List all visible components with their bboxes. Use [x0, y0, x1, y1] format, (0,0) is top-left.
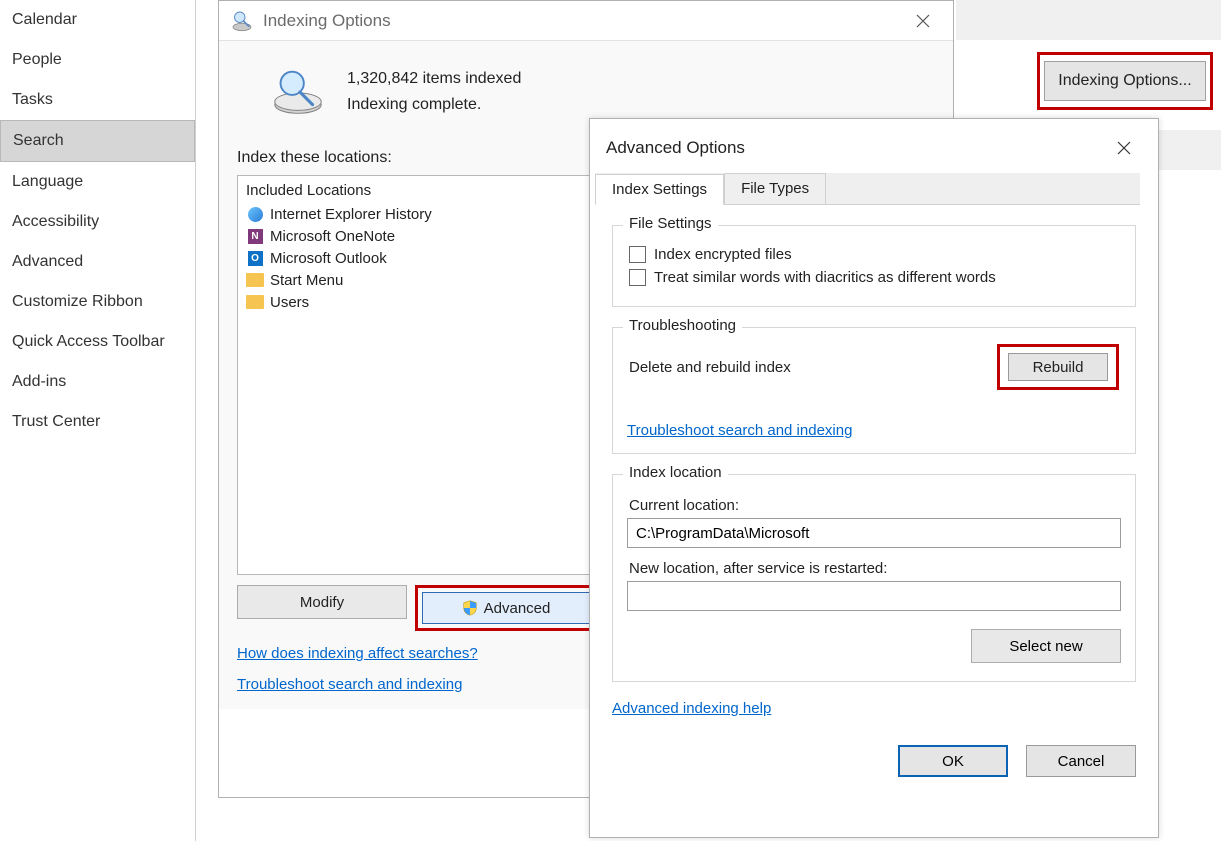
dialog-title: Indexing Options: [263, 11, 391, 31]
sidebar-item-label: People: [12, 51, 62, 68]
index-encrypted-label: Index encrypted files: [654, 246, 792, 263]
close-button[interactable]: [903, 5, 943, 37]
diacritics-checkbox[interactable]: [629, 269, 646, 286]
dialog-titlebar: Indexing Options: [219, 1, 953, 41]
sidebar-item-label: Trust Center: [12, 413, 100, 430]
sidebar-item-label: Quick Access Toolbar: [12, 333, 165, 350]
location-label: Users: [270, 294, 309, 311]
group-legend: Index location: [623, 464, 728, 481]
diacritics-label: Treat similar words with diacritics as d…: [654, 269, 996, 286]
dialog-title: Advanced Options: [606, 138, 745, 158]
dialog-titlebar: Advanced Options: [590, 119, 1158, 167]
troubleshooting-group: Troubleshooting Delete and rebuild index…: [612, 327, 1136, 454]
indexing-help-link[interactable]: How does indexing affect searches?: [237, 645, 478, 662]
sidebar-item-language[interactable]: Language: [0, 162, 195, 202]
indexing-large-icon: [267, 67, 329, 117]
advanced-button[interactable]: Advanced: [422, 592, 590, 624]
sidebar-item-search[interactable]: Search: [0, 120, 195, 162]
indexing-options-button[interactable]: Indexing Options...: [1044, 61, 1206, 101]
sidebar-item-label: Calendar: [12, 11, 77, 28]
advanced-help-link[interactable]: Advanced indexing help: [612, 700, 771, 717]
group-legend: Troubleshooting: [623, 317, 742, 334]
advanced-button-label: Advanced: [484, 600, 551, 617]
sidebar-item-people[interactable]: People: [0, 40, 195, 80]
header-strip: [956, 0, 1221, 40]
sidebar-item-label: Search: [13, 132, 64, 149]
location-label: Start Menu: [270, 272, 343, 289]
delete-rebuild-label: Delete and rebuild index: [629, 359, 791, 376]
sidebar-item-customize-ribbon[interactable]: Customize Ribbon: [0, 282, 195, 322]
current-location-field: [627, 518, 1121, 548]
close-button[interactable]: [1104, 132, 1144, 164]
indexing-icon: [229, 8, 255, 34]
folder-icon: [246, 271, 264, 289]
onenote-icon: N: [246, 227, 264, 245]
sidebar-item-label: Customize Ribbon: [12, 293, 143, 310]
sidebar-item-tasks[interactable]: Tasks: [0, 80, 195, 120]
tab-file-types[interactable]: File Types: [724, 173, 826, 204]
sidebar-item-trust-center[interactable]: Trust Center: [0, 402, 195, 442]
folder-icon: [246, 293, 264, 311]
select-new-button[interactable]: Select new: [971, 629, 1121, 663]
new-location-label: New location, after service is restarted…: [629, 560, 1119, 577]
sidebar-item-calendar[interactable]: Calendar: [0, 0, 195, 40]
sidebar-item-quick-access-toolbar[interactable]: Quick Access Toolbar: [0, 322, 195, 362]
sidebar-item-accessibility[interactable]: Accessibility: [0, 202, 195, 242]
ie-icon: [246, 205, 264, 223]
sidebar-item-advanced[interactable]: Advanced: [0, 242, 195, 282]
sidebar-item-label: Tasks: [12, 91, 53, 108]
advanced-options-dialog: Advanced Options Index Settings File Typ…: [589, 118, 1159, 838]
advanced-button-highlight: Advanced: [415, 585, 597, 631]
tab-bar: Index Settings File Types: [595, 173, 1140, 205]
sidebar-item-label: Language: [12, 173, 83, 190]
indexing-options-button-highlight: Indexing Options...: [1037, 52, 1213, 110]
ok-button[interactable]: OK: [898, 745, 1008, 777]
modify-button[interactable]: Modify: [237, 585, 407, 619]
group-legend: File Settings: [623, 215, 718, 232]
file-settings-group: File Settings Index encrypted files Trea…: [612, 225, 1136, 307]
shield-icon: [462, 600, 478, 616]
cancel-button[interactable]: Cancel: [1026, 745, 1136, 777]
indexing-status-text: Indexing complete.: [347, 96, 521, 114]
sidebar-item-label: Accessibility: [12, 213, 99, 230]
sidebar-item-label: Advanced: [12, 253, 83, 270]
troubleshoot-search-link[interactable]: Troubleshoot search and indexing: [627, 422, 852, 439]
new-location-field[interactable]: [627, 581, 1121, 611]
items-indexed-text: 1,320,842 items indexed: [347, 70, 521, 88]
troubleshoot-link[interactable]: Troubleshoot search and indexing: [237, 676, 462, 693]
rebuild-button[interactable]: Rebuild: [1008, 353, 1108, 381]
rebuild-button-highlight: Rebuild: [997, 344, 1119, 390]
location-label: Microsoft Outlook: [270, 250, 387, 267]
sidebar-item-label: Add-ins: [12, 373, 66, 390]
sidebar-item-add-ins[interactable]: Add-ins: [0, 362, 195, 402]
tab-index-settings[interactable]: Index Settings: [595, 174, 724, 205]
settings-sidebar: Calendar People Tasks Search Language Ac…: [0, 0, 196, 841]
location-label: Internet Explorer History: [270, 206, 432, 223]
dialog-footer: OK Cancel: [590, 717, 1158, 777]
outlook-icon: O: [246, 249, 264, 267]
dialog-body: Index Settings File Types File Settings …: [590, 173, 1158, 791]
location-label: Microsoft OneNote: [270, 228, 395, 245]
index-encrypted-checkbox[interactable]: [629, 246, 646, 263]
index-location-group: Index location Current location: New loc…: [612, 474, 1136, 682]
current-location-label: Current location:: [629, 497, 1119, 514]
